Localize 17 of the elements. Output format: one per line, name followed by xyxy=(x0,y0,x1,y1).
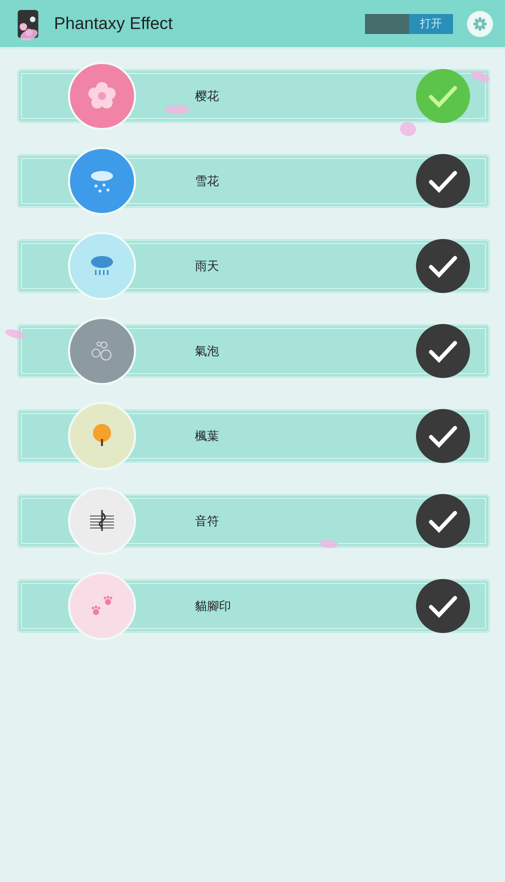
effect-label: 楓葉 xyxy=(195,428,220,444)
effect-label: 氣泡 xyxy=(195,342,220,360)
toggle-label: 打开 xyxy=(409,14,453,34)
effect-label: 樱花 xyxy=(195,88,220,104)
gear-icon xyxy=(472,16,488,32)
petal-icon xyxy=(4,328,26,340)
petal-icon xyxy=(165,105,189,114)
effect-label: 貓腳印 xyxy=(195,598,232,614)
effect-label: 雨天 xyxy=(195,258,220,274)
effect-label: 音符 xyxy=(195,512,220,530)
toggle-switch[interactable]: 打开 xyxy=(365,14,453,34)
effect-label: 雪花 xyxy=(195,172,220,190)
app-title: Phantaxy Effect xyxy=(54,14,174,34)
petal-icon xyxy=(18,27,40,43)
petal-icon xyxy=(398,120,418,138)
petal-icon xyxy=(469,68,491,85)
petal-icon xyxy=(320,539,338,549)
